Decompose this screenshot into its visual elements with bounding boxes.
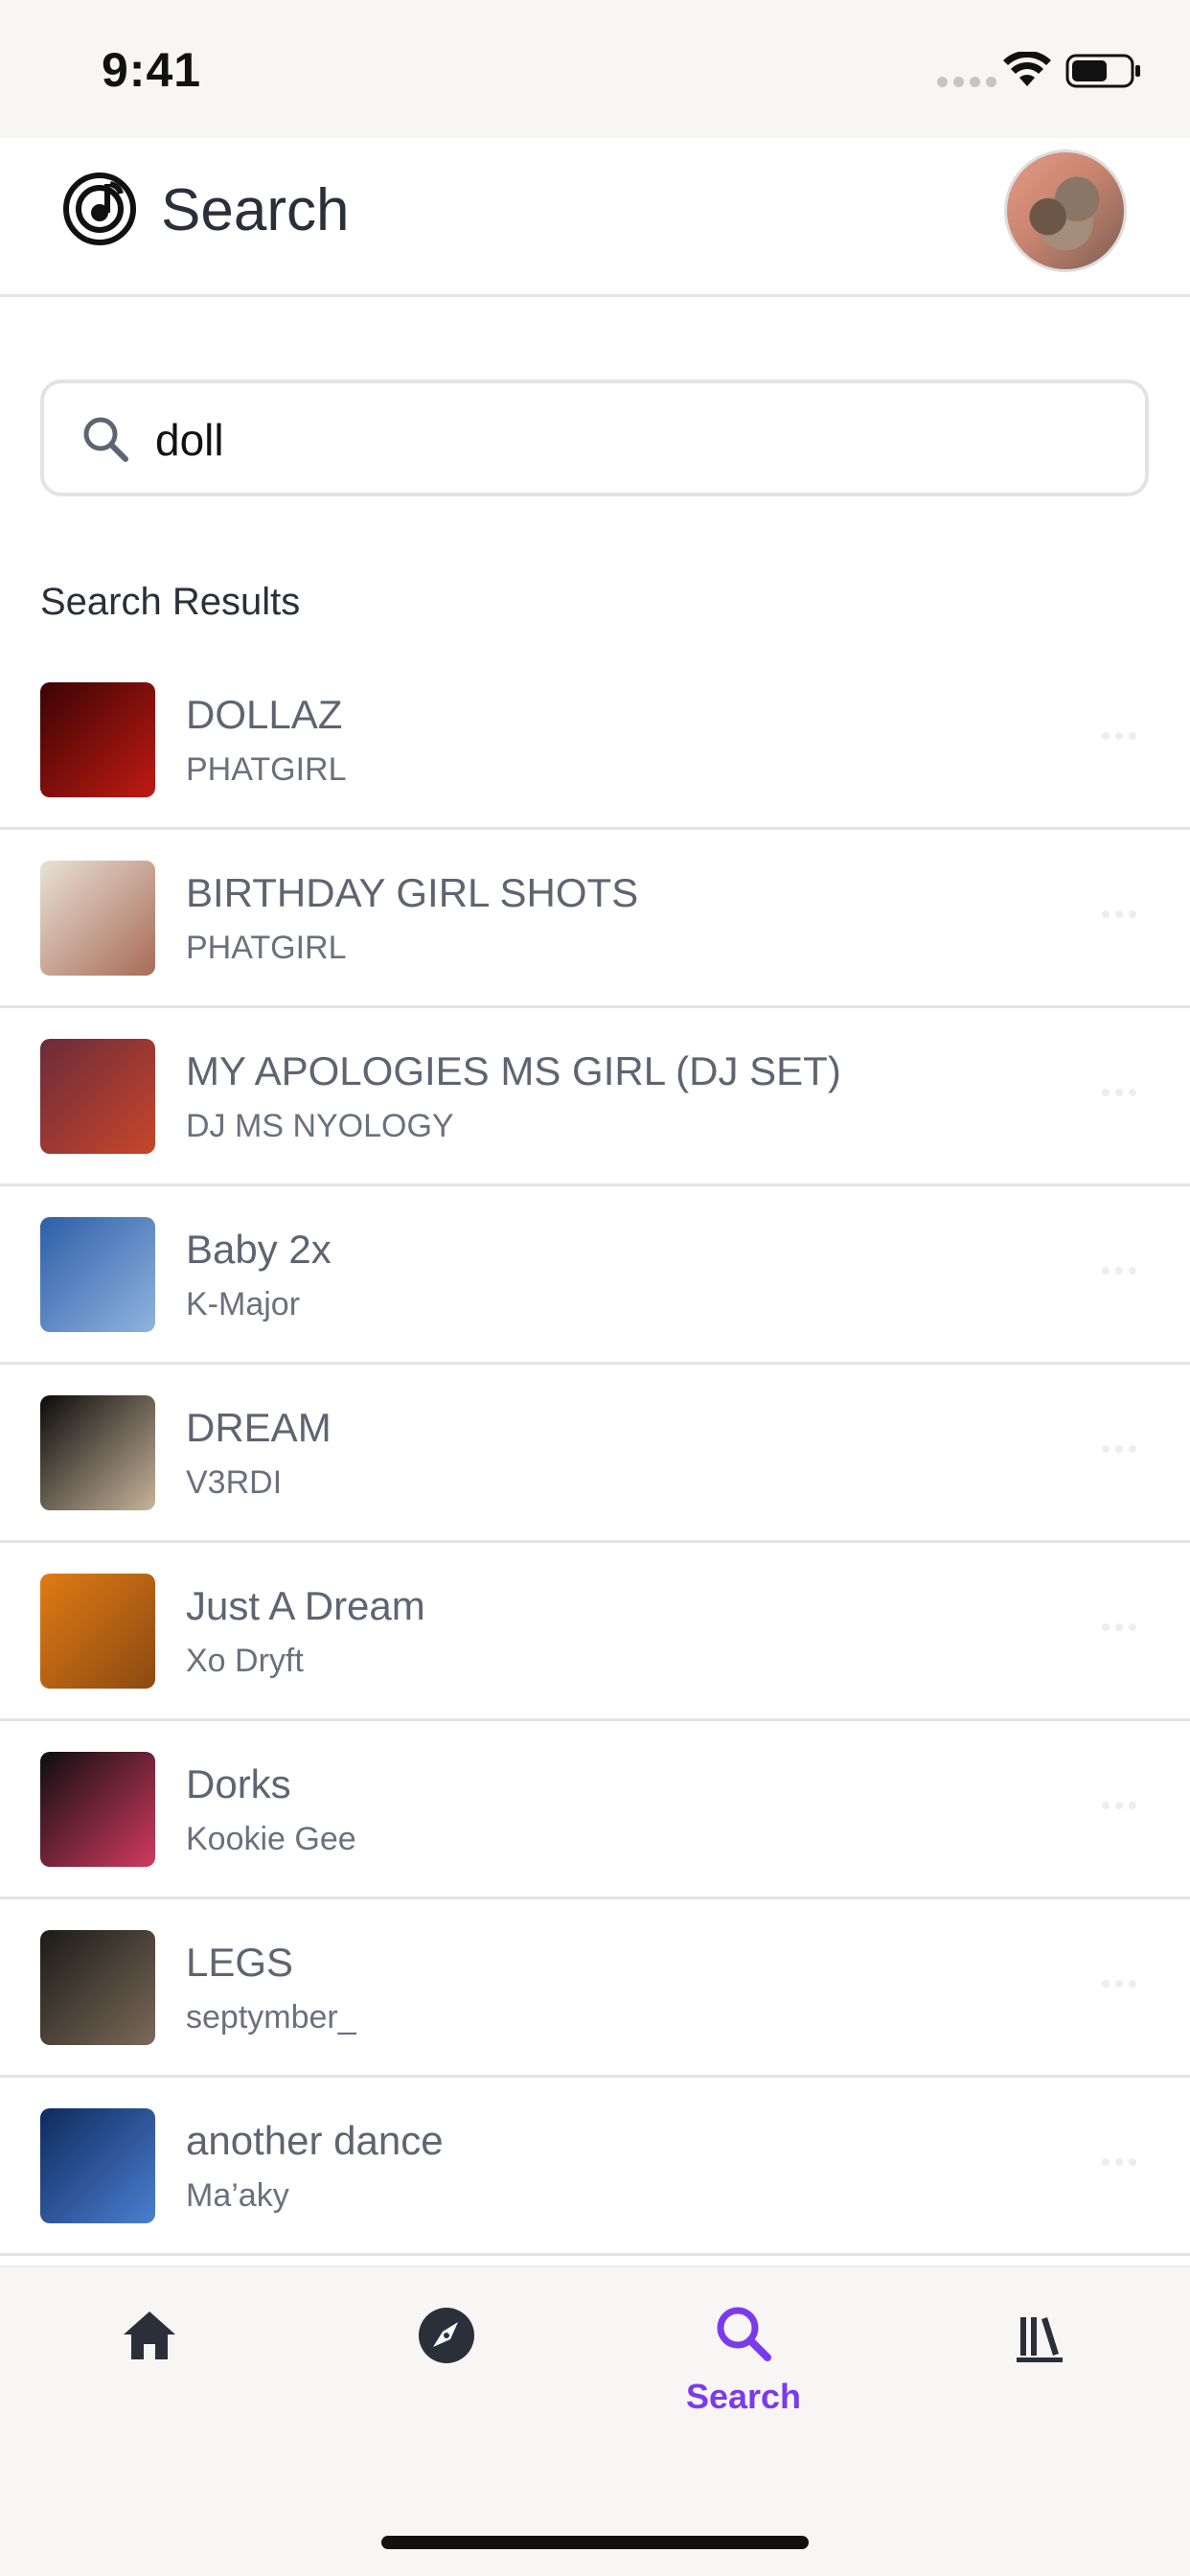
track-artist: PHATGIRL [186,930,347,966]
list-item[interactable]: Just A Dream Xo Dryft [0,1543,1190,1721]
list-item[interactable]: another dance Ma’aky [0,2078,1190,2256]
tab-home[interactable] [54,2302,245,2455]
list-item[interactable]: DREAM V3RDI [0,1365,1190,1543]
more-icon[interactable] [1102,1267,1136,1275]
list-item[interactable]: Dorks Kookie Gee [0,1721,1190,1899]
album-art [40,2108,155,2223]
cellular-signal-icon [937,77,996,87]
more-icon[interactable] [1102,732,1136,740]
more-icon[interactable] [1102,2158,1136,2166]
track-artist: PHATGIRL [186,751,347,788]
list-item[interactable]: Baby 2x K-Major [0,1186,1190,1365]
track-title: MY APOLOGIES MS GIRL (DJ SET) [186,1048,841,1093]
track-title: BIRTHDAY GIRL SHOTS [186,870,639,915]
track-artist: Xo Dryft [186,1643,304,1679]
track-artist: V3RDI [186,1464,283,1501]
search-field[interactable] [40,380,1149,496]
library-icon [1017,2317,1063,2362]
track-artist: septymber_ [186,1999,356,2036]
tab-explore[interactable] [351,2302,542,2455]
avatar[interactable] [1004,150,1127,272]
track-title: DREAM [186,1405,332,1450]
home-indicator [381,2536,809,2549]
more-icon[interactable] [1102,1445,1136,1453]
compass-icon [419,2308,474,2363]
search-icon [717,2307,771,2361]
album-art [40,1217,155,1332]
section-title: Search Results [40,581,301,623]
track-title: Just A Dream [186,1583,425,1628]
more-icon[interactable] [1102,910,1136,918]
track-artist: Kookie Gee [186,1821,356,1857]
more-icon[interactable] [1102,1980,1136,1988]
page-title: Search [161,177,350,243]
status-bar: 9:41 [0,0,1190,138]
wifi-icon [1003,52,1051,86]
home-icon [124,2312,175,2359]
list-item[interactable]: DOLLAZ PHATGIRL [0,652,1190,830]
tab-label: Search [685,2377,802,2416]
album-art [40,1574,155,1689]
search-icon [83,417,128,462]
status-time: 9:41 [102,43,202,97]
tab-library[interactable] [945,2302,1136,2455]
list-item[interactable]: BIRTHDAY GIRL SHOTS PHATGIRL [0,830,1190,1008]
results-list: DOLLAZ PHATGIRL BIRTHDAY GIRL SHOTS PHAT… [0,652,1190,2256]
more-icon[interactable] [1102,1623,1136,1631]
track-artist: Ma’aky [186,2177,289,2214]
app-header: Search [0,138,1190,297]
album-art [40,682,155,797]
track-artist: DJ MS NYOLOGY [186,1108,454,1144]
album-art [40,1039,155,1154]
tab-bar: Search [0,2266,1190,2576]
track-title: DOLLAZ [186,692,343,737]
more-icon[interactable] [1102,1802,1136,1809]
track-title: Dorks [186,1761,291,1806]
app-logo-icon [63,172,136,245]
track-title: Baby 2x [186,1227,332,1272]
search-input[interactable] [155,408,1094,472]
album-art [40,1395,155,1510]
album-art [40,1930,155,2045]
list-item[interactable]: MY APOLOGIES MS GIRL (DJ SET) DJ MS NYOL… [0,1008,1190,1186]
list-item[interactable]: LEGS septymber_ [0,1899,1190,2078]
track-artist: K-Major [186,1286,301,1322]
track-title: LEGS [186,1940,294,1985]
album-art [40,861,155,976]
track-title: another dance [186,2118,444,2163]
more-icon[interactable] [1102,1089,1136,1096]
album-art [40,1752,155,1867]
battery-icon [1065,54,1140,88]
tab-search[interactable]: Search [648,2302,839,2455]
